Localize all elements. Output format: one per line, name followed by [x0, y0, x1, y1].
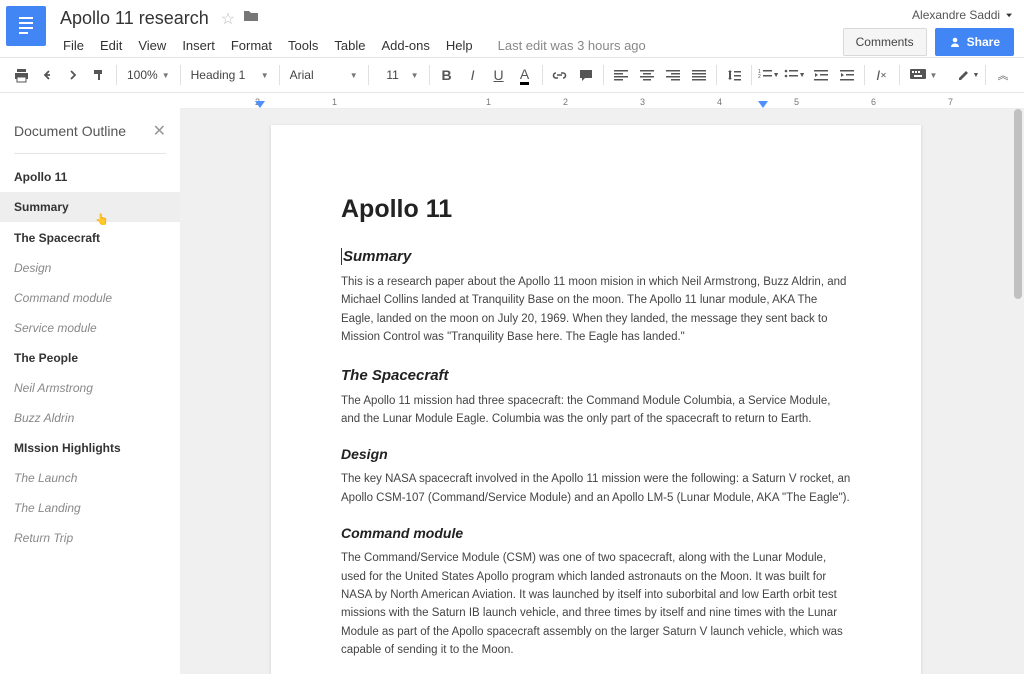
- font-family-select[interactable]: Arial▼: [284, 62, 364, 88]
- menu-bar: FileEditViewInsertFormatToolsTableAdd-on…: [56, 34, 843, 57]
- align-left-icon[interactable]: [608, 62, 634, 88]
- menu-help[interactable]: Help: [439, 34, 480, 57]
- page[interactable]: Apollo 11 Summary This is a research pape…: [271, 125, 921, 674]
- share-button[interactable]: Share: [935, 28, 1014, 56]
- line-spacing-icon[interactable]: [721, 62, 747, 88]
- align-right-icon[interactable]: [660, 62, 686, 88]
- insert-comment-icon[interactable]: [573, 62, 599, 88]
- outline-item[interactable]: Service module: [0, 313, 180, 343]
- redo-icon[interactable]: [60, 62, 86, 88]
- user-name[interactable]: Alexandre Saddi: [912, 8, 1000, 22]
- star-icon[interactable]: ☆: [221, 9, 235, 29]
- document-title[interactable]: Apollo 11 research: [56, 6, 213, 31]
- outline-item[interactable]: Apollo 11: [0, 162, 180, 192]
- align-center-icon[interactable]: [634, 62, 660, 88]
- outline-item[interactable]: Command module: [0, 283, 180, 313]
- vertical-scrollbar[interactable]: [1012, 109, 1024, 674]
- doc-heading-1[interactable]: Apollo 11: [341, 195, 851, 224]
- outline-item[interactable]: The Spacecraft: [0, 223, 180, 253]
- menu-add-ons[interactable]: Add-ons: [374, 34, 436, 57]
- bulleted-list-icon[interactable]: ▼: [782, 62, 808, 88]
- person-icon: [949, 36, 961, 48]
- collapse-toolbar-icon[interactable]: ︽: [990, 62, 1016, 88]
- outline-item[interactable]: Neil Armstrong: [0, 373, 180, 403]
- last-edit-text: Last edit was 3 hours ago: [498, 38, 646, 53]
- menu-view[interactable]: View: [131, 34, 173, 57]
- document-canvas[interactable]: Apollo 11 Summary This is a research pape…: [180, 109, 1012, 674]
- app-header: Apollo 11 research ☆ FileEditViewInsertF…: [0, 0, 1024, 57]
- italic-icon[interactable]: I: [460, 62, 486, 88]
- increase-indent-icon[interactable]: [834, 62, 860, 88]
- undo-icon[interactable]: [34, 62, 60, 88]
- horizontal-ruler[interactable]: 211234567: [180, 93, 1024, 109]
- underline-icon[interactable]: U: [486, 62, 512, 88]
- numbered-list-icon[interactable]: 12▼: [756, 62, 782, 88]
- insert-link-icon[interactable]: [547, 62, 573, 88]
- zoom-select[interactable]: 100%▼: [121, 62, 176, 88]
- outline-item[interactable]: The Launch: [0, 463, 180, 493]
- menu-file[interactable]: File: [56, 34, 91, 57]
- menu-table[interactable]: Table: [327, 34, 372, 57]
- doc-heading[interactable]: Command module: [341, 525, 851, 541]
- doc-heading[interactable]: Summary: [341, 248, 851, 265]
- input-tools-icon[interactable]: ▼: [904, 62, 944, 88]
- user-menu-caret-icon[interactable]: ▼: [1004, 12, 1014, 19]
- align-justify-icon[interactable]: [686, 62, 712, 88]
- comments-button[interactable]: Comments: [843, 28, 927, 56]
- doc-paragraph[interactable]: The Apollo 11 mission had three spacecra…: [341, 392, 851, 429]
- outline-title: Document Outline: [14, 123, 126, 139]
- doc-paragraph[interactable]: The key NASA spacecraft involved in the …: [341, 470, 851, 507]
- cursor-icon: 👆: [95, 213, 180, 226]
- decrease-indent-icon[interactable]: [808, 62, 834, 88]
- doc-heading[interactable]: The Spacecraft: [341, 367, 851, 384]
- outline-item[interactable]: Return Trip: [0, 523, 180, 553]
- close-icon[interactable]: ✕: [153, 121, 166, 141]
- doc-paragraph[interactable]: This is a research paper about the Apoll…: [341, 273, 851, 347]
- doc-paragraph[interactable]: The Command/Service Module (CSM) was one…: [341, 549, 851, 659]
- menu-tools[interactable]: Tools: [281, 34, 325, 57]
- paint-format-icon[interactable]: [86, 62, 112, 88]
- editing-mode-icon[interactable]: ▼: [955, 62, 981, 88]
- font-size-select[interactable]: 11▼: [373, 62, 425, 88]
- document-outline-panel: Document Outline ✕ Apollo 11Summary👆The …: [0, 109, 180, 674]
- svg-text:2: 2: [758, 74, 761, 80]
- outline-item[interactable]: Design: [0, 253, 180, 283]
- outline-item[interactable]: The Landing: [0, 493, 180, 523]
- menu-format[interactable]: Format: [224, 34, 279, 57]
- outline-item[interactable]: The People: [0, 343, 180, 373]
- paragraph-style-select[interactable]: Heading 1▼: [185, 62, 275, 88]
- scrollbar-thumb[interactable]: [1014, 109, 1022, 299]
- menu-insert[interactable]: Insert: [175, 34, 222, 57]
- outline-item[interactable]: Buzz Aldrin: [0, 403, 180, 433]
- menu-edit[interactable]: Edit: [93, 34, 129, 57]
- bold-icon[interactable]: B: [434, 62, 460, 88]
- toolbar: 100%▼ Heading 1▼ Arial▼ 11▼ B I U A 12▼ …: [0, 57, 1024, 93]
- print-icon[interactable]: [8, 62, 34, 88]
- folder-icon[interactable]: [243, 9, 259, 28]
- text-color-icon[interactable]: A: [512, 62, 538, 88]
- clear-formatting-icon[interactable]: I✕: [869, 62, 895, 88]
- doc-heading[interactable]: Design: [341, 446, 851, 462]
- docs-logo[interactable]: [6, 6, 46, 46]
- outline-item[interactable]: MIssion Highlights: [0, 433, 180, 463]
